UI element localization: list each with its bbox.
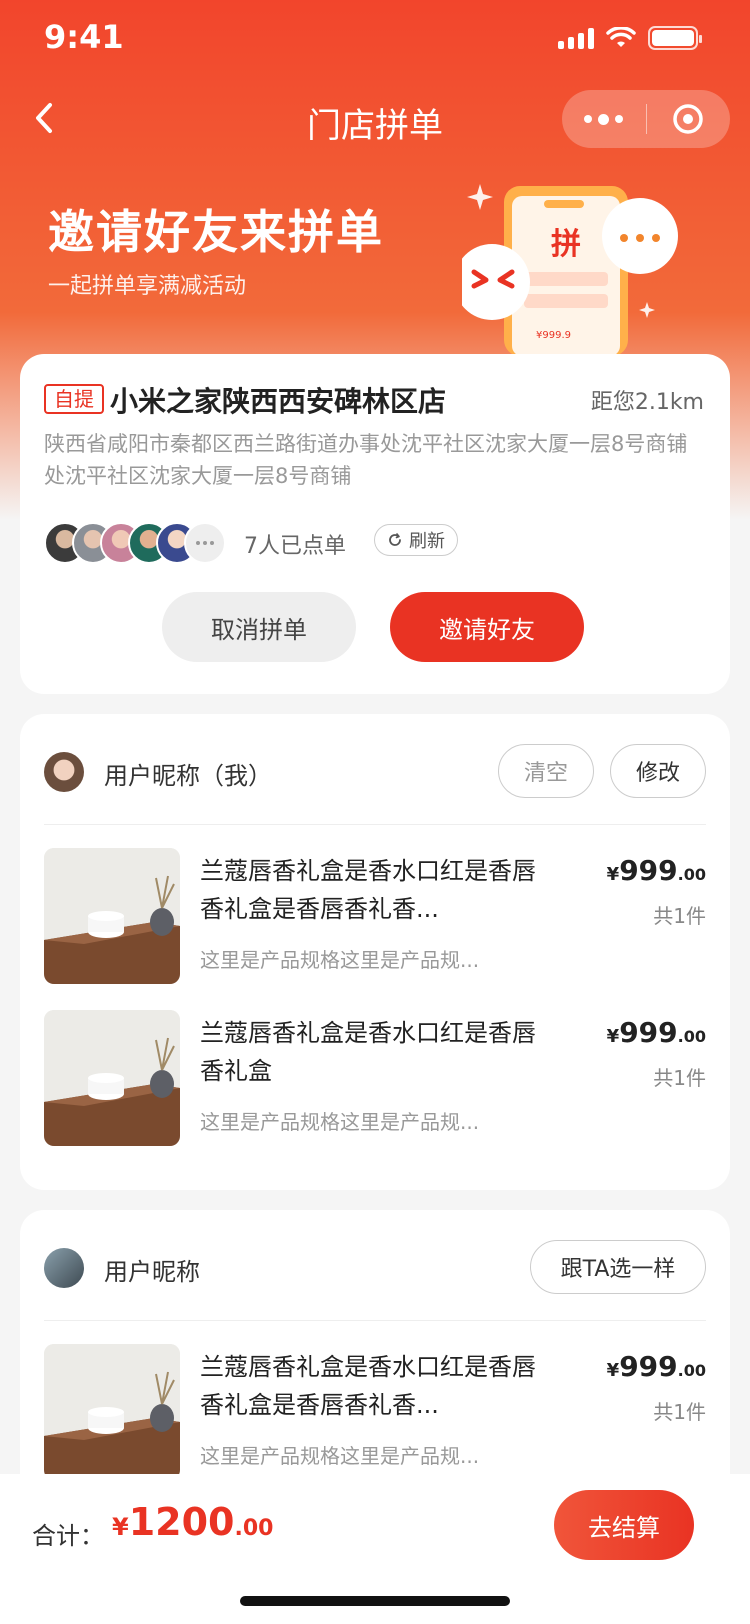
total-price: ¥ 1200 .00 bbox=[112, 1500, 273, 1544]
status-time: 9:41 bbox=[44, 18, 124, 56]
price-currency: ¥ bbox=[606, 864, 620, 885]
product-image bbox=[44, 848, 180, 984]
home-indicator bbox=[240, 1596, 510, 1606]
price-integer: 999 bbox=[619, 854, 678, 887]
product-price: ¥ 999 .00 bbox=[607, 1350, 706, 1383]
store-address: 陕西省咸阳市秦都区西兰路街道办事处沈平社区沈家大厦一层8号商铺处沈平社区沈家大厦… bbox=[44, 432, 688, 488]
signal-icon bbox=[558, 27, 594, 49]
more-participants-icon[interactable] bbox=[184, 522, 226, 564]
product-quantity: 共1件 bbox=[653, 1066, 706, 1090]
user-row: 用户昵称 跟TA选一样 bbox=[44, 1240, 706, 1296]
hero-subtitle: 一起拼单享满减活动 bbox=[48, 274, 247, 299]
product-item[interactable]: 兰蔻唇香礼盒是香水口红是香唇香礼盒是香唇香礼香... 这里是产品规格这里是产品规… bbox=[44, 848, 706, 988]
nav-bar: 门店拼单 bbox=[0, 88, 750, 152]
user-name: 用户昵称 bbox=[104, 1258, 200, 1286]
product-title: 兰蔻唇香礼盒是香水口红是香唇香礼盒是香唇香礼香... bbox=[200, 1353, 536, 1419]
product-quantity: 共1件 bbox=[653, 904, 706, 928]
store-name: 小米之家陕西西安碑林区店 bbox=[110, 385, 447, 418]
price-decimal: .00 bbox=[677, 1027, 706, 1046]
product-spec: 这里是产品规格这里是产品规... bbox=[200, 948, 480, 972]
refresh-button[interactable]: 刷新 bbox=[374, 524, 458, 556]
battery-icon bbox=[648, 26, 702, 50]
divider bbox=[44, 1320, 706, 1321]
product-price: ¥ 999 .00 bbox=[607, 854, 706, 887]
price-currency: ¥ bbox=[606, 1360, 620, 1381]
invite-friends-button[interactable]: 邀请好友 bbox=[390, 592, 584, 662]
product-item[interactable]: 兰蔻唇香礼盒是香水口红是香唇香礼盒 这里是产品规格这里是产品规... ¥ 999… bbox=[44, 1010, 706, 1150]
product-spec: 这里是产品规格这里是产品规... bbox=[200, 1444, 480, 1468]
price-integer: 999 bbox=[619, 1016, 678, 1049]
product-title: 兰蔻唇香礼盒是香水口红是香唇香礼盒是香唇香礼香... bbox=[200, 857, 536, 923]
product-spec: 这里是产品规格这里是产品规... bbox=[200, 1110, 480, 1134]
mini-program-capsule bbox=[562, 90, 730, 148]
total-currency: ¥ bbox=[112, 1513, 129, 1541]
more-icon[interactable] bbox=[562, 90, 646, 148]
hero-title: 邀请好友来拼单 bbox=[48, 205, 384, 259]
badge-char: 拼 bbox=[551, 227, 581, 262]
price-integer: 999 bbox=[619, 1350, 678, 1383]
total-label: 合计： bbox=[32, 1522, 104, 1550]
clear-button[interactable]: 清空 bbox=[498, 744, 594, 798]
avatar bbox=[44, 1248, 84, 1288]
price-decimal: .00 bbox=[677, 865, 706, 884]
product-price: ¥ 999 .00 bbox=[607, 1016, 706, 1049]
store-distance: 距您2.1km bbox=[590, 390, 704, 415]
price-decimal: .00 bbox=[677, 1361, 706, 1380]
order-count: 7人已点单 bbox=[244, 534, 346, 559]
badge-price: ¥999.9 bbox=[536, 330, 571, 341]
copy-selection-button[interactable]: 跟TA选一样 bbox=[530, 1240, 706, 1294]
product-title: 兰蔻唇香礼盒是香水口红是香唇香礼盒 bbox=[200, 1019, 536, 1085]
pickup-tag: 自提 bbox=[44, 384, 104, 414]
status-icons bbox=[558, 26, 702, 50]
product-image bbox=[44, 1344, 180, 1480]
refresh-icon bbox=[389, 533, 401, 546]
cancel-group-order-button[interactable]: 取消拼单 bbox=[162, 592, 356, 662]
avatar bbox=[44, 752, 84, 792]
my-order-section: 用户昵称（我） 清空 修改 兰蔻唇香礼盒是香水口红是香唇香礼盒是香唇香礼香...… bbox=[20, 714, 730, 1190]
divider bbox=[44, 824, 706, 825]
product-item[interactable]: 兰蔻唇香礼盒是香水口红是香唇香礼盒是香唇香礼香... 这里是产品规格这里是产品规… bbox=[44, 1344, 706, 1484]
checkout-button[interactable]: 去结算 bbox=[554, 1490, 694, 1560]
refresh-label: 刷新 bbox=[409, 531, 445, 552]
close-target-icon[interactable] bbox=[647, 90, 731, 148]
total-decimal: .00 bbox=[234, 1516, 274, 1541]
edit-button[interactable]: 修改 bbox=[610, 744, 706, 798]
user-row: 用户昵称（我） 清空 修改 bbox=[44, 744, 706, 800]
total-integer: 1200 bbox=[128, 1500, 235, 1544]
status-bar: 9:41 bbox=[0, 0, 750, 88]
wifi-icon bbox=[606, 27, 636, 47]
price-currency: ¥ bbox=[606, 1026, 620, 1047]
group-order-illustration: 拼 ¥999.9 bbox=[462, 184, 678, 356]
product-image bbox=[44, 1010, 180, 1146]
participant-avatars bbox=[44, 522, 226, 564]
store-card: 自提 小米之家陕西西安碑林区店 距您2.1km 陕西省咸阳市秦都区西兰路街道办事… bbox=[20, 354, 730, 694]
product-quantity: 共1件 bbox=[653, 1400, 706, 1424]
user-name: 用户昵称（我） bbox=[104, 762, 272, 790]
